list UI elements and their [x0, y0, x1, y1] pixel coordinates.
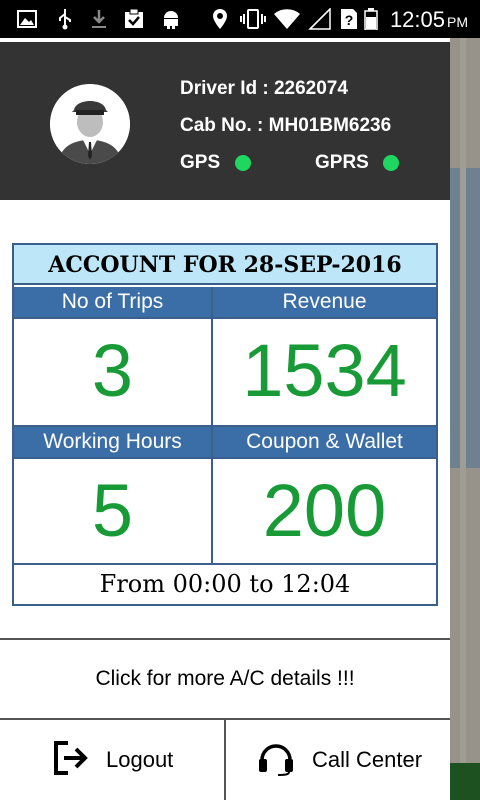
- working-hours-header: Working Hours: [14, 427, 211, 457]
- revenue-header: Revenue: [213, 287, 436, 317]
- account-title: ACCOUNT FOR 28-SEP-2016: [14, 245, 436, 285]
- call-center-button[interactable]: Call Center: [226, 720, 450, 800]
- location-icon: [210, 8, 230, 30]
- sim-unknown-icon: ?: [339, 8, 359, 30]
- android-icon: [160, 8, 182, 30]
- clipboard-check-icon: [122, 8, 146, 30]
- time-range: From 00:00 to 12:04: [99, 570, 351, 598]
- revenue-value: 1534: [242, 329, 407, 412]
- usb-icon: [54, 8, 76, 30]
- signal-icon: [307, 8, 333, 30]
- map-background[interactable]: [450, 38, 480, 800]
- headset-icon: [256, 740, 296, 781]
- driver-avatar: [50, 84, 130, 164]
- navigation-drawer: Driver Id : 2262074 Cab No. : MH01BM6236…: [0, 38, 450, 800]
- working-hours-value: 5: [91, 469, 134, 552]
- cab-number: Cab No. : MH01BM6236: [180, 115, 392, 136]
- vibrate-icon: [240, 8, 266, 30]
- trips-header: No of Trips: [14, 287, 211, 317]
- gps-status-indicator: [235, 155, 251, 171]
- column-divider: [211, 287, 213, 563]
- driver-id: Driver Id : 2262074: [180, 78, 348, 99]
- trips-value: 3: [91, 329, 134, 412]
- gprs-label: GPRS: [315, 152, 369, 173]
- gallery-icon: [16, 8, 38, 30]
- account-summary-table: ACCOUNT FOR 28-SEP-2016 No of Trips Reve…: [12, 243, 438, 606]
- gprs-status-indicator: [383, 155, 399, 171]
- gps-label: GPS: [180, 152, 221, 173]
- logout-button[interactable]: Logout: [0, 720, 224, 800]
- driver-avatar-icon: [50, 84, 130, 164]
- logout-label: Logout: [106, 747, 174, 772]
- download-icon: [88, 8, 110, 30]
- clock: 12:05 PM: [389, 7, 468, 32]
- status-bar: ? 12:05 PM: [0, 0, 480, 38]
- coupon-wallet-header: Coupon & Wallet: [213, 427, 436, 457]
- wifi-icon: [273, 8, 301, 30]
- logout-icon: [54, 740, 90, 780]
- driver-profile-header: Driver Id : 2262074 Cab No. : MH01BM6236…: [0, 38, 450, 200]
- call-center-label: Call Center: [312, 747, 423, 772]
- battery-icon: [363, 8, 379, 30]
- scrim[interactable]: [450, 38, 480, 800]
- more-details-link[interactable]: Click for more A/C details !!!: [0, 640, 450, 718]
- coupon-wallet-value: 200: [262, 469, 387, 552]
- svg-text:?: ?: [345, 12, 354, 28]
